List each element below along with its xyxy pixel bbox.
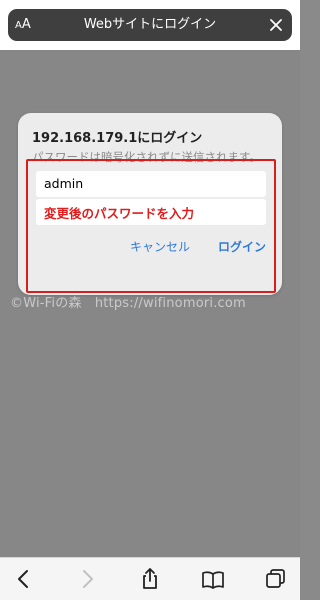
back-icon[interactable] bbox=[11, 566, 37, 592]
forward-icon[interactable] bbox=[74, 566, 100, 592]
watermark: ©Wi-Fiの森 https://wifinomori.com bbox=[10, 296, 246, 311]
bottom-toolbar bbox=[0, 557, 300, 600]
tabs-icon[interactable] bbox=[263, 566, 289, 592]
address-pill[interactable]: AA Webサイトにログイン bbox=[8, 9, 292, 41]
page-title: Webサイトにログイン bbox=[83, 17, 217, 32]
share-icon[interactable] bbox=[137, 566, 163, 592]
highlight-box bbox=[26, 159, 276, 293]
bookmarks-icon[interactable] bbox=[200, 566, 226, 592]
address-bar: AA Webサイトにログイン bbox=[0, 0, 300, 50]
screen: AA Webサイトにログイン 192.168.179.1にログイン パスワードは… bbox=[0, 0, 300, 600]
dialog-title: 192.168.179.1にログイン bbox=[32, 131, 203, 146]
close-icon[interactable] bbox=[266, 15, 286, 35]
